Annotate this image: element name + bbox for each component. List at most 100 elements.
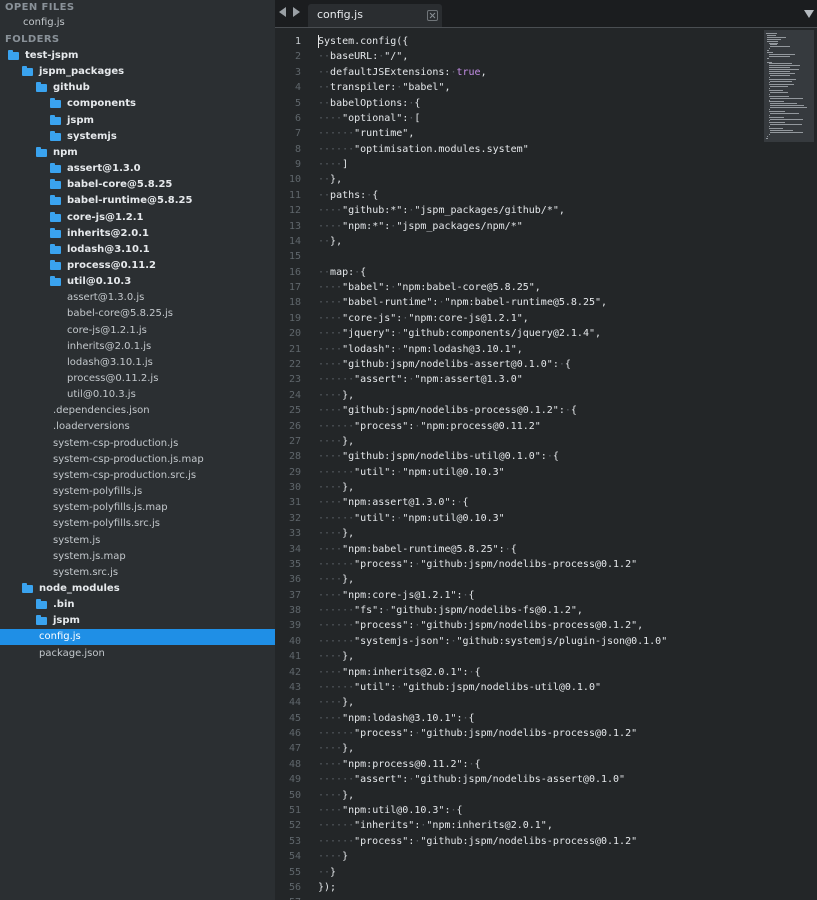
file-item[interactable]: assert@1.3.0.js	[0, 290, 275, 306]
code-line[interactable]: ······"inherits":·"npm:inherits@2.0.1",	[318, 818, 553, 833]
code-line[interactable]: ······"process":·"github:jspm/nodelibs-p…	[318, 618, 643, 633]
nav-left-arrow-icon[interactable]	[279, 7, 286, 17]
code-line[interactable]: ··map:·{	[318, 265, 366, 280]
open-file-item[interactable]: config.js	[0, 15, 275, 31]
file-item[interactable]: babel-core@5.8.25.js	[0, 306, 275, 322]
close-icon[interactable]	[427, 10, 438, 21]
code-line[interactable]: ······"runtime",	[318, 126, 414, 141]
folder-item[interactable]: assert@1.3.0	[0, 161, 275, 177]
code-line[interactable]: ······"systemjs-json":·"github:systemjs/…	[318, 634, 667, 649]
code-line[interactable]: ····"npm:babel-runtime@5.8.25":·{	[318, 542, 517, 557]
file-item[interactable]: system.js.map	[0, 549, 275, 565]
code-line[interactable]: System.config({	[318, 34, 408, 49]
minimap[interactable]	[764, 30, 814, 142]
code-line[interactable]: ····]	[318, 157, 348, 172]
chevron-down-icon[interactable]	[804, 10, 814, 18]
code-line[interactable]: ····},	[318, 388, 354, 403]
file-item[interactable]: lodash@3.10.1.js	[0, 355, 275, 371]
folder-item[interactable]: jspm	[0, 113, 275, 129]
code-line[interactable]: ······"process":·"npm:process@0.11.2"	[318, 419, 541, 434]
file-item[interactable]: system.src.js	[0, 565, 275, 581]
file-item[interactable]: system-polyfills.js	[0, 484, 275, 500]
folder-item[interactable]: util@0.10.3	[0, 274, 275, 290]
code-line[interactable]: ····"github:jspm/nodelibs-process@0.1.2"…	[318, 403, 577, 418]
code-line[interactable]: ····},	[318, 434, 354, 449]
code-line[interactable]: ····"npm:*":·"jspm_packages/npm/*"	[318, 219, 523, 234]
code-editor[interactable]: 1 2 3 4 5 6 7 8 9 10 11 12 13 14 15 16 17 18 19 20 21 22 23 24 2…	[275, 28, 817, 900]
code-line[interactable]: ····"babel":·"npm:babel-core@5.8.25",	[318, 280, 541, 295]
folder-item[interactable]: babel-runtime@5.8.25	[0, 193, 275, 209]
code-line[interactable]: ····"npm:core-js@1.2.1":·{	[318, 588, 475, 603]
folder-item[interactable]: .bin	[0, 597, 275, 613]
code-line[interactable]: ······"process":·"github:jspm/nodelibs-p…	[318, 834, 637, 849]
code-line[interactable]: ····},	[318, 788, 354, 803]
code-line[interactable]: ······"util":·"npm:util@0.10.3"	[318, 511, 505, 526]
code-line[interactable]: ······"util":·"github:jspm/nodelibs-util…	[318, 680, 601, 695]
code-line[interactable]: ······"assert":·"github:jspm/nodelibs-as…	[318, 772, 625, 787]
folder-item[interactable]: node_modules	[0, 581, 275, 597]
code-line[interactable]: ····}	[318, 849, 348, 864]
folder-item[interactable]: inherits@2.0.1	[0, 226, 275, 242]
code-line[interactable]: ····"github:jspm/nodelibs-assert@0.1.0":…	[318, 357, 571, 372]
file-item[interactable]: system-csp-production.src.js	[0, 468, 275, 484]
folder-item[interactable]: jspm	[0, 613, 275, 629]
nav-right-arrow-icon[interactable]	[293, 7, 300, 17]
code-line[interactable]: ····"optional":·[	[318, 111, 420, 126]
folder-item[interactable]: github	[0, 80, 275, 96]
code-line[interactable]: ····"lodash":·"npm:lodash@3.10.1",	[318, 342, 523, 357]
code-line[interactable]: ····},	[318, 480, 354, 495]
file-item[interactable]: system-csp-production.js	[0, 436, 275, 452]
file-item[interactable]: system.js	[0, 533, 275, 549]
code-line[interactable]: ··babelOptions:·{	[318, 96, 420, 111]
code-line[interactable]: ··},	[318, 234, 342, 249]
code-line[interactable]: ····},	[318, 649, 354, 664]
file-item[interactable]: inherits@2.0.1.js	[0, 339, 275, 355]
code-line[interactable]: ··},	[318, 172, 342, 187]
folder-item[interactable]: npm	[0, 145, 275, 161]
code-line[interactable]: ····},	[318, 526, 354, 541]
code-line[interactable]: ····"github:jspm/nodelibs-util@0.1.0":·{	[318, 449, 559, 464]
folder-item[interactable]: jspm_packages	[0, 64, 275, 80]
file-item[interactable]: .loaderversions	[0, 419, 275, 435]
code-line[interactable]: ··baseURL:·"/",	[318, 49, 408, 64]
folder-item[interactable]: test-jspm	[0, 48, 275, 64]
code-line[interactable]: ····},	[318, 741, 354, 756]
tab-config-js[interactable]: config.js	[308, 4, 442, 27]
file-item[interactable]: config.js	[0, 629, 275, 646]
code-line[interactable]: ··transpiler:·"babel",	[318, 80, 451, 95]
file-item[interactable]: util@0.10.3.js	[0, 387, 275, 403]
code-line[interactable]: ······"process":·"github:jspm/nodelibs-p…	[318, 726, 637, 741]
code-line[interactable]: ··defaultJSExtensions:·true,	[318, 65, 487, 80]
file-item[interactable]: system-polyfills.src.js	[0, 516, 275, 532]
code-line[interactable]: ······"optimisation.modules.system"	[318, 142, 529, 157]
folder-item[interactable]: babel-core@5.8.25	[0, 177, 275, 193]
file-item[interactable]: core-js@1.2.1.js	[0, 323, 275, 339]
file-item[interactable]: process@0.11.2.js	[0, 371, 275, 387]
code-line[interactable]: ······"process":·"github:jspm/nodelibs-p…	[318, 557, 637, 572]
code-line[interactable]: });	[318, 880, 336, 895]
code-line[interactable]: ····"npm:lodash@3.10.1":·{	[318, 711, 475, 726]
code-line[interactable]: ····"github:*":·"jspm_packages/github/*"…	[318, 203, 565, 218]
file-item[interactable]: .dependencies.json	[0, 403, 275, 419]
code-line[interactable]: ··paths:·{	[318, 188, 378, 203]
folder-item[interactable]: core-js@1.2.1	[0, 210, 275, 226]
code-line[interactable]: ······"assert":·"npm:assert@1.3.0"	[318, 372, 523, 387]
code-line[interactable]: ··}	[318, 865, 336, 880]
file-item[interactable]: system-csp-production.js.map	[0, 452, 275, 468]
code-line[interactable]: ····"npm:process@0.11.2":·{	[318, 757, 481, 772]
code-line[interactable]: ····},	[318, 695, 354, 710]
code-line[interactable]: ····"core-js":·"npm:core-js@1.2.1",	[318, 311, 529, 326]
folder-item[interactable]: process@0.11.2	[0, 258, 275, 274]
code-line[interactable]: ····"babel-runtime":·"npm:babel-runtime@…	[318, 295, 607, 310]
code-line[interactable]: ····"npm:util@0.10.3":·{	[318, 803, 463, 818]
code-line[interactable]: ····"npm:inherits@2.0.1":·{	[318, 665, 481, 680]
code-line[interactable]: ······"util":·"npm:util@0.10.3"	[318, 465, 505, 480]
file-item[interactable]: system-polyfills.js.map	[0, 500, 275, 516]
code-line[interactable]: ····"jquery":·"github:components/jquery@…	[318, 326, 601, 341]
folder-item[interactable]: components	[0, 96, 275, 112]
code-line[interactable]: ····},	[318, 572, 354, 587]
code-line[interactable]: ······"fs":·"github:jspm/nodelibs-fs@0.1…	[318, 603, 583, 618]
file-item[interactable]: package.json	[0, 646, 275, 662]
folder-item[interactable]: lodash@3.10.1	[0, 242, 275, 258]
code-line[interactable]: ····"npm:assert@1.3.0":·{	[318, 495, 469, 510]
